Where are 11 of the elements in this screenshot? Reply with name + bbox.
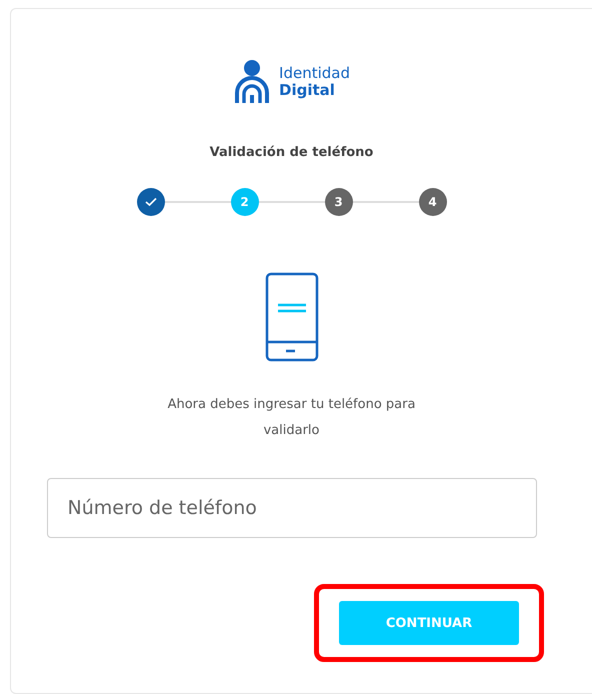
phone-input-field[interactable]: Número de teléfono <box>46 478 536 538</box>
phone-icon <box>264 272 318 362</box>
step-number: 2 <box>230 188 258 216</box>
step-number: 4 <box>418 188 446 216</box>
step-title: Validación de teléfono <box>210 145 374 160</box>
person-logo-icon <box>233 59 272 105</box>
step-number: 3 <box>324 188 352 216</box>
logo-text: Digital <box>279 82 336 100</box>
continue-button[interactable]: CONTINUAR <box>339 601 519 645</box>
logo-text: Identidad <box>279 64 350 82</box>
instruction-text: Ahora debes ingresar tu teléfono para validarlo <box>166 396 416 440</box>
